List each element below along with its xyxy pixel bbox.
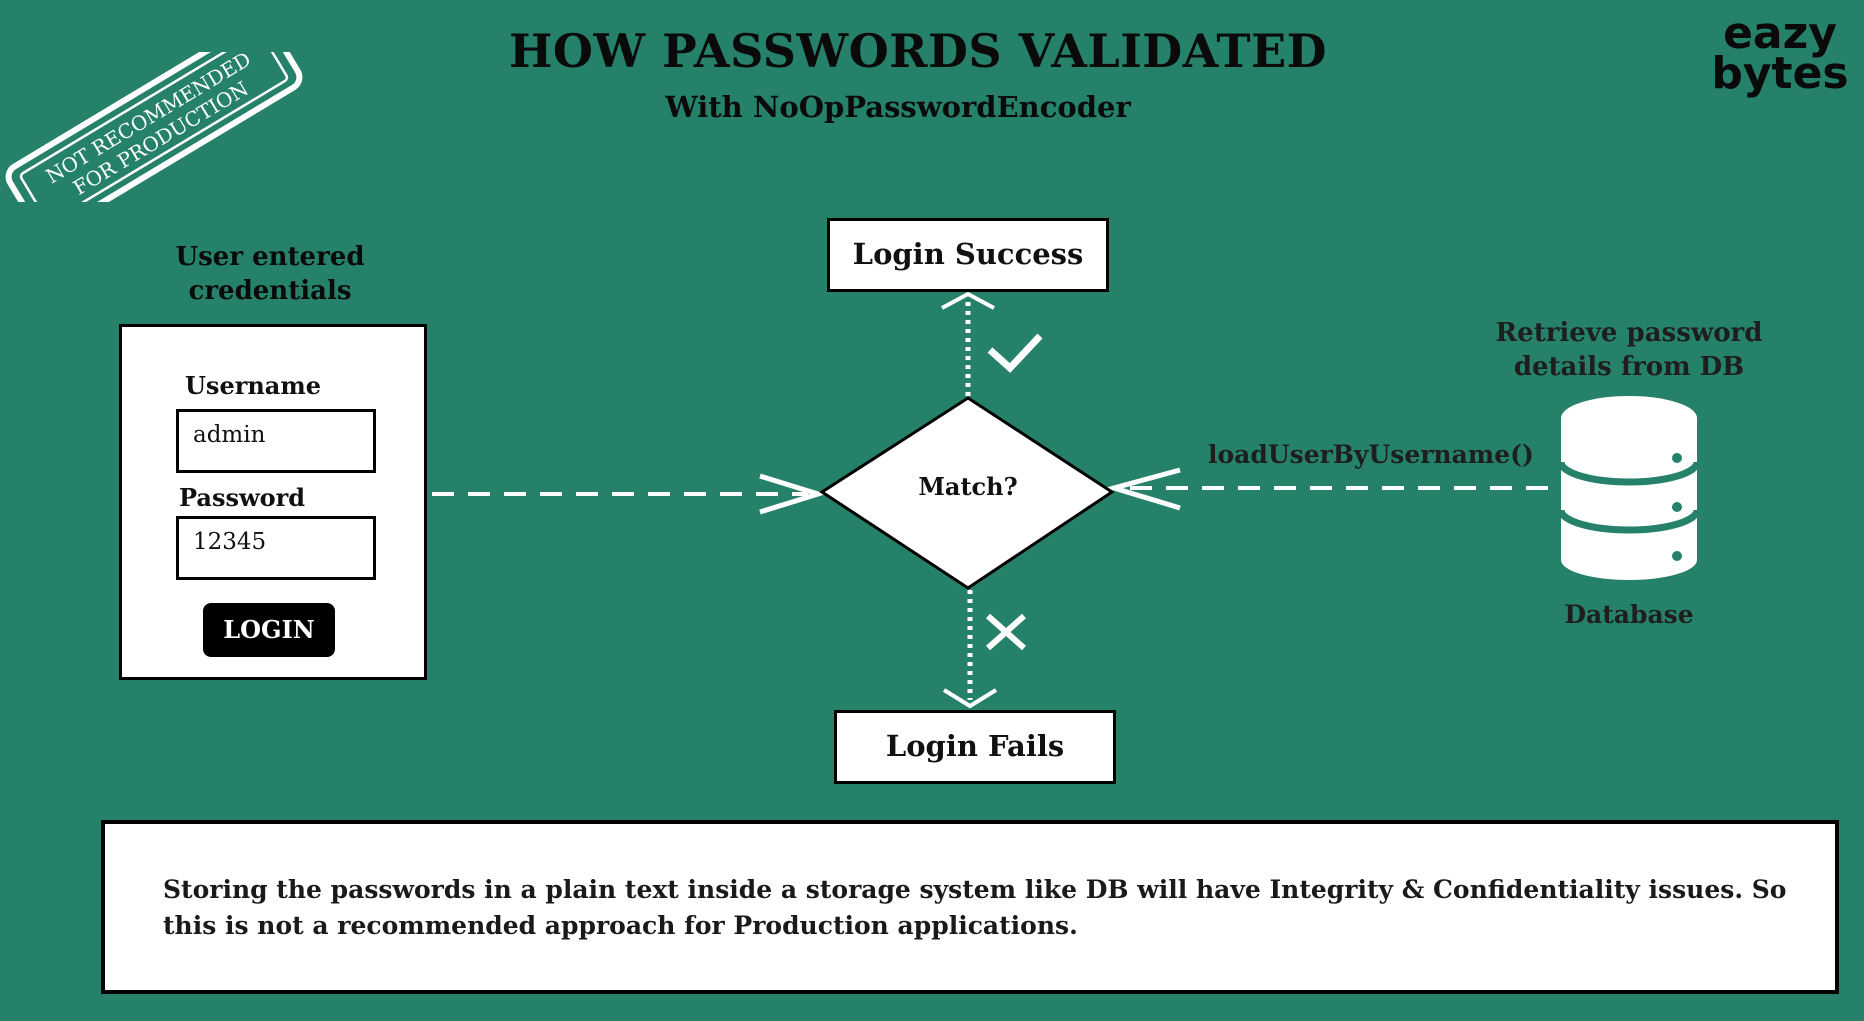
database-heading-line1: Retrieve password [1495, 318, 1763, 348]
database-heading-line2: details from DB [1513, 352, 1745, 382]
warning-note-text: Storing the passwords in a plain text in… [163, 875, 1787, 940]
login-fails-box: Login Fails [834, 710, 1116, 784]
database-heading: Retrieve password details from DB [1470, 316, 1788, 384]
load-user-method-label: loadUserByUsername() [1208, 440, 1534, 469]
cross-icon [986, 613, 1026, 651]
database-icon [1557, 396, 1701, 580]
match-label: Match? [918, 472, 1018, 501]
warning-note-box: Storing the passwords in a plain text in… [101, 820, 1839, 994]
checkmark-icon [987, 333, 1043, 373]
database-caption: Database [1564, 600, 1694, 629]
login-success-box: Login Success [827, 218, 1109, 292]
